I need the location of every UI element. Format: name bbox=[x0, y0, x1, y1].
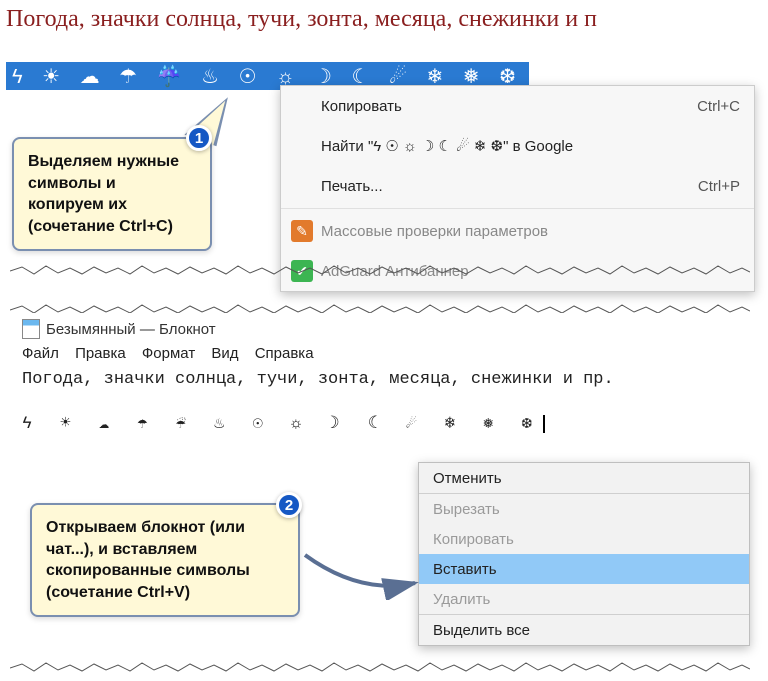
notepad-window: Безымянный — Блокнот Файл Правка Формат … bbox=[16, 313, 751, 458]
menu-help[interactable]: Справка bbox=[255, 345, 314, 362]
browser-context-menu: Копировать Ctrl+C Найти "ϟ ☉ ☼ ☽ ☾ ☄ ❄ ❆… bbox=[280, 85, 755, 292]
ctx-search-label: Найти "ϟ ☉ ☼ ☽ ☾ ☄ ❄ ❆" в Google bbox=[321, 137, 740, 155]
ctx-copy[interactable]: Копировать bbox=[419, 524, 749, 554]
ctx-copy-shortcut: Ctrl+C bbox=[697, 98, 740, 115]
menu-file[interactable]: Файл bbox=[22, 345, 59, 362]
ctx-mass-label: Массовые проверки параметров bbox=[321, 223, 740, 240]
menu-view[interactable]: Вид bbox=[211, 345, 238, 362]
torn-edge-icon bbox=[10, 265, 750, 277]
badge-step-2: 2 bbox=[276, 492, 302, 518]
callout-step-2: Открываем блокнот (или чат...), и вставл… bbox=[30, 503, 300, 617]
ctx-copy[interactable]: Копировать Ctrl+C bbox=[281, 86, 754, 126]
tool-icon: ✎ bbox=[291, 220, 313, 242]
arrow-icon bbox=[300, 500, 430, 600]
ctx-paste[interactable]: Вставить bbox=[419, 554, 749, 584]
ctx-copy-label: Копировать bbox=[321, 98, 697, 115]
ctx-print-label: Печать... bbox=[321, 178, 698, 195]
torn-edge-icon bbox=[10, 662, 750, 674]
ctx-cut[interactable]: Вырезать bbox=[419, 494, 749, 524]
menu-format[interactable]: Формат bbox=[142, 345, 195, 362]
notepad-title: Безымянный — Блокнот bbox=[46, 321, 216, 338]
notepad-menubar: Файл Правка Формат Вид Справка bbox=[16, 341, 751, 366]
ctx-print[interactable]: Печать... Ctrl+P bbox=[281, 166, 754, 206]
badge-step-1: 1 bbox=[186, 125, 212, 151]
menu-edit[interactable]: Правка bbox=[75, 345, 126, 362]
notepad-symbols-line[interactable]: ϟ ☀ ☁ ☂ ☔ ♨ ☉ ☼ ☽ ☾ ☄ ❄ ❅ ❆ bbox=[16, 393, 751, 458]
notepad-icon bbox=[22, 319, 40, 339]
callout-text: Открываем блокнот (или чат...), и вставл… bbox=[46, 519, 250, 601]
ctx-select-all[interactable]: Выделить все bbox=[419, 615, 749, 645]
notepad-text-line[interactable]: Погода, значки солнца, тучи, зонта, меся… bbox=[16, 366, 751, 393]
notepad-title-bar: Безымянный — Блокнот bbox=[16, 313, 751, 341]
ctx-mass-check[interactable]: ✎ Массовые проверки параметров bbox=[281, 211, 754, 251]
text-cursor-icon bbox=[543, 415, 545, 433]
ctx-separator bbox=[281, 208, 754, 209]
ctx-search-google[interactable]: Найти "ϟ ☉ ☼ ☽ ☾ ☄ ❄ ❆" в Google bbox=[281, 126, 754, 166]
ctx-print-shortcut: Ctrl+P bbox=[698, 178, 740, 195]
callout-step-1: Выделяем нужные символы и копируем их (с… bbox=[12, 137, 212, 251]
ctx-delete[interactable]: Удалить bbox=[419, 584, 749, 614]
page-heading: Погода, значки солнца, тучи, зонта, меся… bbox=[6, 6, 597, 33]
ctx-undo[interactable]: Отменить bbox=[419, 463, 749, 493]
notepad-context-menu: Отменить Вырезать Копировать Вставить Уд… bbox=[418, 462, 750, 646]
callout-text: Выделяем нужные символы и копируем их (с… bbox=[28, 153, 179, 235]
